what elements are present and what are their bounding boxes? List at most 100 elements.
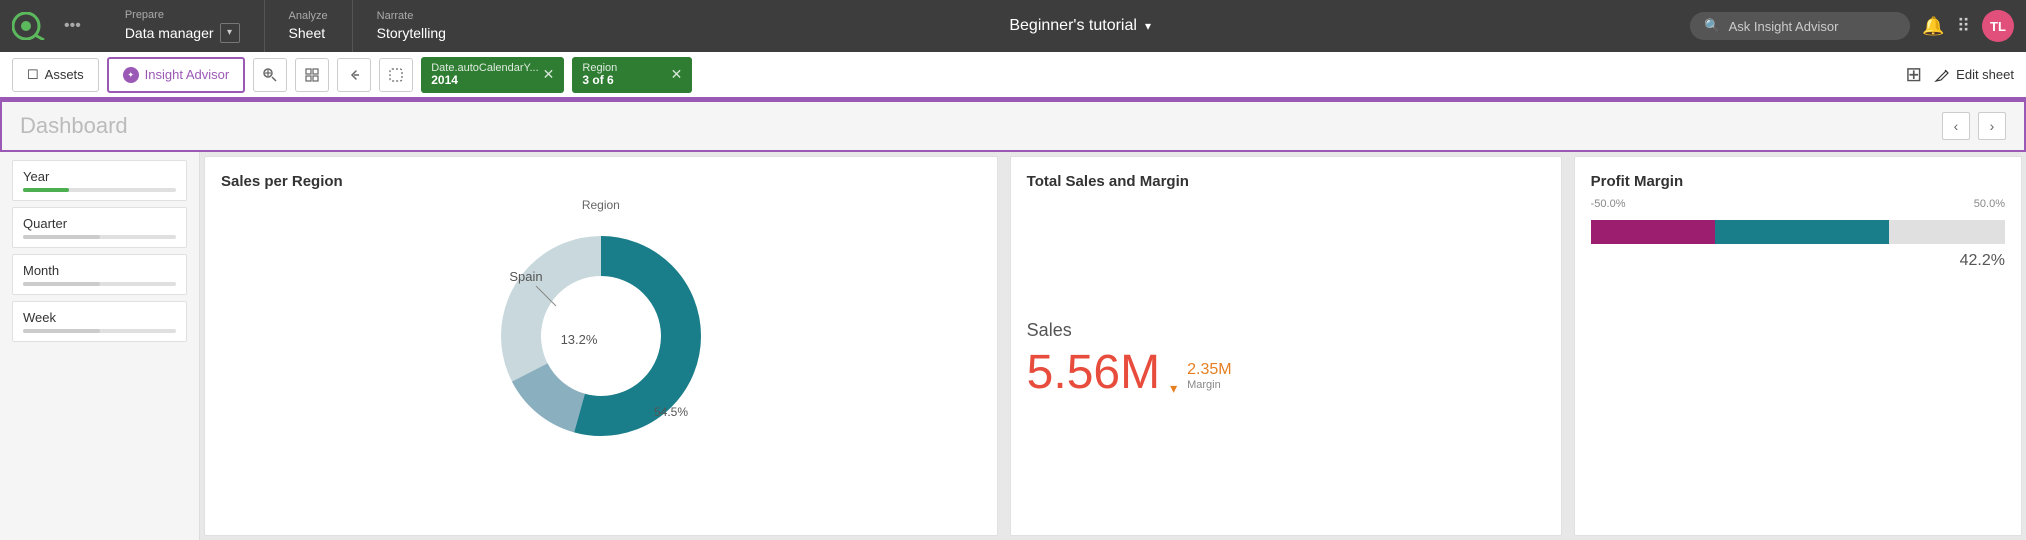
smart-search-icon (262, 67, 278, 83)
insight-advisor-icon (123, 67, 139, 83)
filter-month-label: Month (23, 263, 176, 278)
sales-per-region-chart: Sales per Region Region Spain 13.2% (204, 156, 998, 536)
filter-year-label: Year (23, 169, 176, 184)
app-title-chevron[interactable]: ▾ (1145, 19, 1151, 33)
pm-scale-right: 50.0% (1974, 198, 2005, 210)
search-box[interactable]: 🔍 Ask Insight Advisor (1690, 12, 1910, 40)
filter-item-quarter[interactable]: Quarter (12, 207, 187, 248)
edit-icon (1934, 67, 1950, 83)
sheet-nav-buttons: ‹ › (1942, 112, 2006, 140)
sales-kpi: Sales 5.56M ▾ 2.35M Margin (1027, 198, 1545, 519)
grid-view-icon[interactable]: ⊞ (1905, 62, 1922, 87)
filter-quarter-fill (23, 235, 100, 239)
filter-item-month[interactable]: Month (12, 254, 187, 295)
nav-prepare-sub: Data manager (125, 24, 214, 42)
nav-narrate[interactable]: Narrate Storytelling (352, 0, 470, 52)
assets-icon: ☐ (27, 67, 39, 83)
lasso-icon-btn[interactable] (379, 58, 413, 92)
nav-prepare-label: Prepare (125, 9, 240, 22)
assets-button[interactable]: ☐ Assets (12, 58, 99, 92)
edit-sheet-label: Edit sheet (1956, 67, 2014, 82)
filter-week-label: Week (23, 310, 176, 325)
donut-chart-area: Region Spain 13.2% 54.5% (221, 198, 981, 519)
top-nav: ••• Prepare Data manager ▾ Analyze Sheet… (0, 0, 2026, 52)
sales-kpi-row: 5.56M ▾ 2.35M Margin (1027, 349, 1545, 397)
kpi-secondary-label: Margin (1187, 379, 1221, 391)
lasso-icon (388, 67, 404, 83)
pm-value: 42.2% (1591, 252, 2005, 270)
pm-bar-teal (1715, 220, 1889, 244)
app-title[interactable]: Beginner's tutorial (1009, 17, 1137, 35)
donut-svg: Spain 13.2% 54.5% (471, 216, 731, 436)
selection-box-icon-btn[interactable] (295, 58, 329, 92)
back-icon-btn[interactable] (337, 58, 371, 92)
donut-region-label: Region (582, 198, 620, 212)
kpi-secondary: 2.35M Margin (1187, 361, 1231, 391)
filter-month-bar (23, 282, 176, 286)
charts-area: Sales per Region Region Spain 13.2% (200, 152, 2026, 540)
profit-margin-title: Profit Margin (1591, 173, 2005, 190)
nav-dots[interactable]: ••• (64, 17, 81, 35)
sales-kpi-label: Sales (1027, 320, 1545, 341)
filter-chip-region-label: Region (582, 63, 617, 74)
filter-item-year[interactable]: Year (12, 160, 187, 201)
sales-per-region-title: Sales per Region (221, 173, 981, 190)
smart-search-icon-btn[interactable] (253, 58, 287, 92)
kpi-secondary-value: 2.35M (1187, 361, 1231, 379)
qlik-logo (12, 12, 56, 40)
logo-area: ••• (12, 12, 81, 40)
filter-chip-date-close[interactable]: ✕ (543, 66, 555, 83)
sheet-prev-button[interactable]: ‹ (1942, 112, 1970, 140)
filter-quarter-label: Quarter (23, 216, 176, 231)
kpi-arrow: ▾ (1170, 380, 1177, 397)
grid-icon[interactable]: ⠿ (1957, 16, 1970, 37)
filter-week-bar (23, 329, 176, 333)
filter-item-week[interactable]: Week (12, 301, 187, 342)
total-sales-chart: Total Sales and Margin Sales 5.56M ▾ 2.3… (1010, 156, 1562, 536)
sheet-title: Dashboard (20, 113, 128, 139)
filter-chip-date-label: Date.autoCalendarY... (431, 63, 538, 74)
search-icon: 🔍 (1704, 18, 1720, 34)
chart-divider-1 (1002, 156, 1006, 536)
nav-right: 🔍 Ask Insight Advisor 🔔 ⠿ TL (1690, 10, 2014, 42)
main-content: Year Quarter Month Week Sale (0, 152, 2026, 540)
large-pct-label: 54.5% (654, 405, 688, 419)
insight-advisor-button[interactable]: Insight Advisor (107, 57, 246, 93)
profit-margin-area: -50.0% 50.0% 42.2% (1591, 198, 2005, 519)
nav-analyze[interactable]: Analyze Sheet (264, 0, 352, 52)
pm-bar-magenta (1591, 220, 1715, 244)
filter-sidebar: Year Quarter Month Week (0, 152, 200, 540)
toolbar-right: ⊞ Edit sheet (1905, 62, 2014, 87)
edit-sheet-button[interactable]: Edit sheet (1934, 67, 2014, 83)
nav-narrate-sub: Storytelling (377, 24, 446, 42)
search-placeholder: Ask Insight Advisor (1729, 19, 1839, 34)
spain-label: Spain (509, 269, 542, 284)
nav-center: Beginner's tutorial ▾ (470, 17, 1690, 35)
filter-chip-region-value: 3 of 6 (582, 74, 613, 86)
sheet-next-button[interactable]: › (1978, 112, 2006, 140)
filter-month-fill (23, 282, 100, 286)
nav-prepare[interactable]: Prepare Data manager ▾ (101, 0, 264, 52)
filter-quarter-bar (23, 235, 176, 239)
filter-week-fill (23, 329, 100, 333)
profit-margin-chart: Profit Margin -50.0% 50.0% 42.2% (1574, 156, 2022, 536)
sheet-title-bar: Dashboard ‹ › (0, 100, 2026, 152)
total-sales-title: Total Sales and Margin (1027, 173, 1545, 190)
nav-narrate-label: Narrate (377, 10, 446, 23)
sales-main-value: 5.56M (1027, 349, 1160, 397)
filter-chip-region[interactable]: Region 3 of 6 ✕ (572, 57, 692, 93)
pm-scale-left: -50.0% (1591, 198, 1626, 210)
spain-pct-label: 13.2% (560, 332, 597, 347)
filter-year-fill (23, 188, 69, 192)
chart-divider-2 (1566, 156, 1570, 536)
assets-label: Assets (45, 67, 84, 82)
prepare-dropdown-arrow[interactable]: ▾ (220, 23, 240, 43)
selection-box-icon (304, 67, 320, 83)
filter-chip-date[interactable]: Date.autoCalendarY... 2014 ✕ (421, 57, 564, 93)
pm-scale: -50.0% 50.0% (1591, 198, 2005, 210)
filter-year-bar (23, 188, 176, 192)
bell-icon[interactable]: 🔔 (1922, 16, 1944, 37)
filter-chip-region-close[interactable]: ✕ (671, 66, 683, 83)
pm-bar-container (1591, 220, 2005, 244)
avatar[interactable]: TL (1982, 10, 2014, 42)
